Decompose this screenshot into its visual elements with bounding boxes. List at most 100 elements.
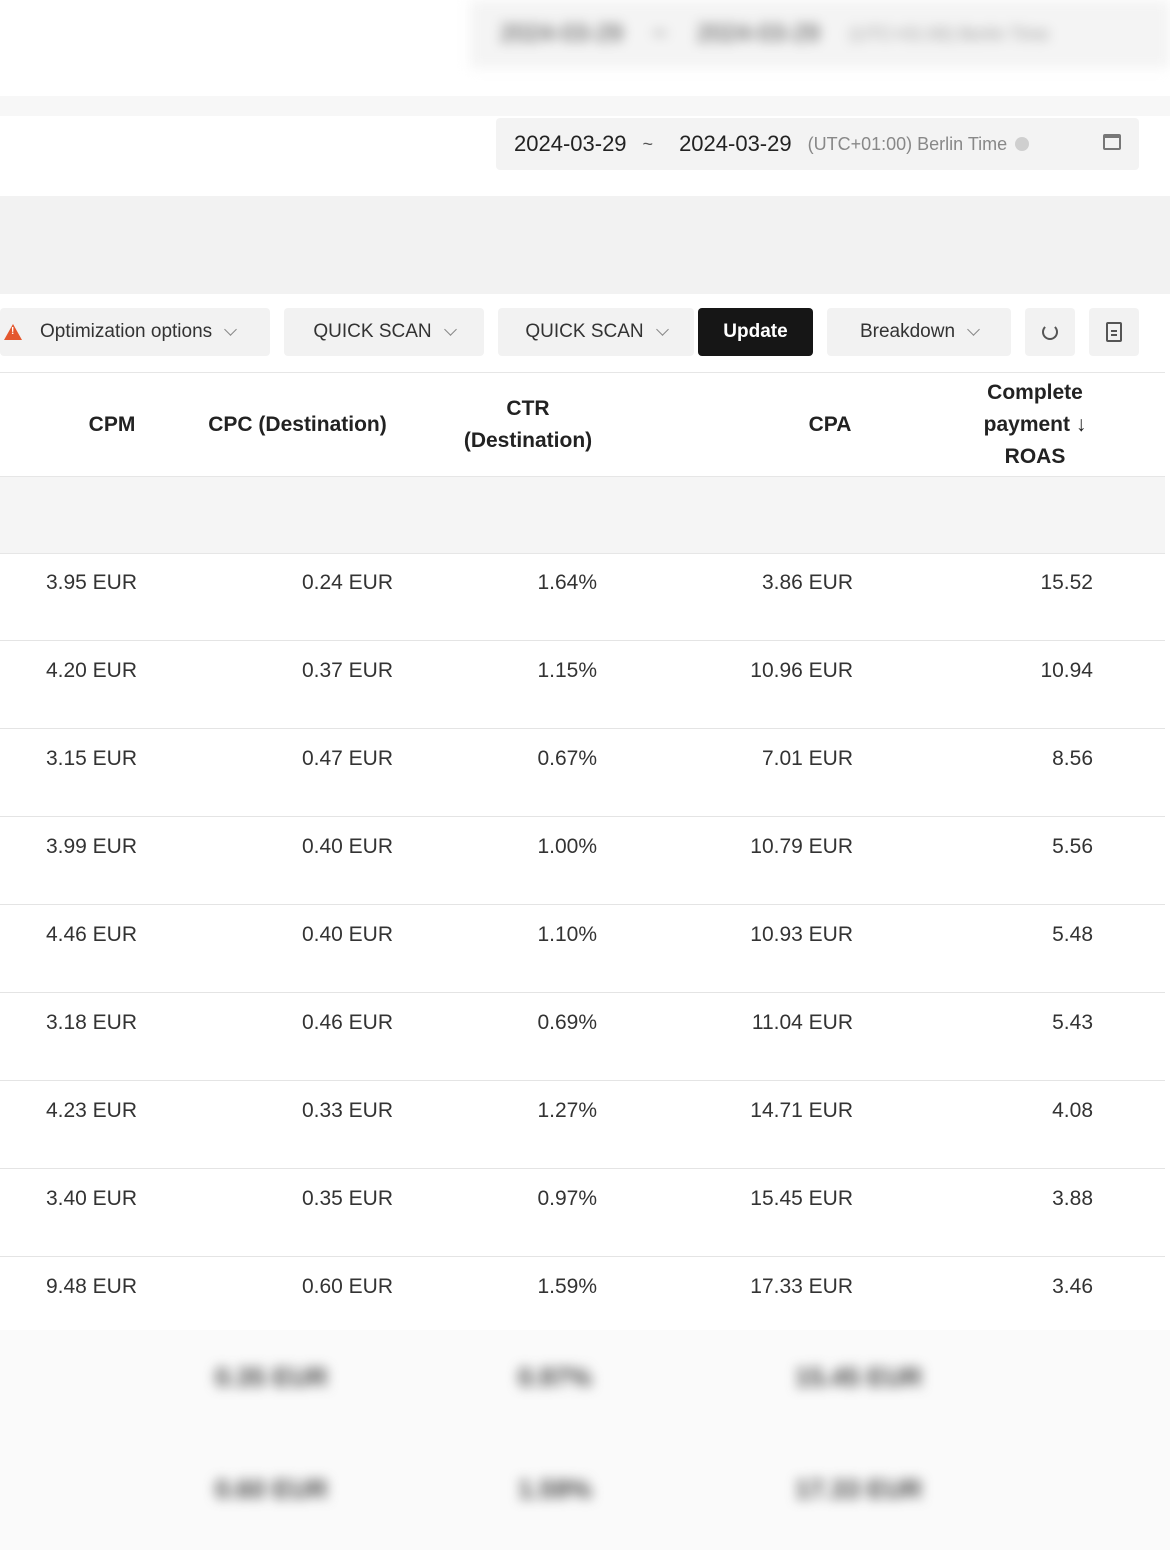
header-cpm[interactable]: CPM [60,409,164,441]
cell-cpm: 3.40 EUR [45,1187,137,1210]
cell-roas: 15.52 [1040,571,1093,594]
cell-cpm: 4.46 EUR [45,923,137,946]
cell-roas: 4.08 [1052,1099,1093,1122]
export-button[interactable] [1089,308,1139,356]
info-icon[interactable] [1015,137,1030,151]
cell-ctr: 0.67% [537,747,597,770]
optimization-options-dropdown[interactable]: Optimization options [0,308,270,356]
cell-ctr: 1.64% [537,571,597,594]
blurred-date-range: 2024-03-29 ~ 2024-03-29 (UTC+01:00) Berl… [470,0,1170,68]
refresh-icon [1042,324,1058,340]
cell-ctr: 0.69% [537,1011,597,1034]
header-roas-line3: ROAS [1004,445,1066,468]
optimization-options-label: Optimization options [40,321,213,342]
blurred-separator: ~ [652,20,667,47]
cell-cpa: 10.96 EUR [750,659,853,682]
cell-roas: 5.56 [1052,835,1093,858]
chevron-down-icon [443,322,457,336]
cell-cpm: 4.23 EUR [45,1099,137,1122]
date-separator: ~ [642,133,654,154]
blurred-timezone: (UTC+01:00) Berlin Time [849,23,1050,44]
table-row[interactable]: 3.99 EUR 0.40 EUR 1.00% 10.79 EUR 5.56 [0,817,1165,905]
cell-cpm: 4.20 EUR [45,659,137,682]
table-row[interactable]: 3.40 EUR 0.35 EUR 0.97% 15.45 EUR 3.88 [0,1169,1165,1257]
header-roas[interactable]: Complete payment ↓ ROAS [940,377,1130,473]
header-roas-line1: Complete [987,381,1083,404]
cell-roas: 10.94 [1040,659,1093,682]
cell-cpc: 0.47 EUR [301,747,393,770]
chevron-down-icon [224,322,238,336]
end-date: 2024-03-29 [679,131,792,156]
header-ctr[interactable]: CTR (Destination) [445,393,611,457]
cell-ctr: 1.27% [537,1099,597,1122]
cell-cpc: 0.40 EUR [301,835,393,858]
cell-cpm: 3.95 EUR [45,571,137,594]
table-row[interactable]: 3.95 EUR 0.24 EUR 1.64% 3.86 EUR 15.52 [0,553,1165,641]
cell-cpc: 0.33 EUR [301,1099,393,1122]
cell-cpm: 3.15 EUR [45,747,137,770]
summary-row [0,477,1165,554]
cell-cpa: 7.01 EUR [761,747,853,770]
update-button[interactable]: Update [698,308,813,356]
table-row[interactable]: 3.18 EUR 0.46 EUR 0.69% 11.04 EUR 5.43 [0,993,1165,1081]
blurred-cpa: 17.33 EUR [795,1474,923,1504]
table-row[interactable]: 4.46 EUR 0.40 EUR 1.10% 10.93 EUR 5.48 [0,905,1165,993]
cell-cpa: 10.79 EUR [750,835,853,858]
blurred-ctr: 0.97% [518,1362,592,1392]
quick-scan-dropdown-2[interactable]: QUICK SCAN [498,308,694,356]
cell-cpm: 3.99 EUR [45,835,137,858]
blurred-row: 0.35 EUR 0.97% 15.45 EUR [0,1352,1170,1412]
cell-cpa: 14.71 EUR [750,1099,853,1122]
export-icon [1106,322,1122,342]
header-band [0,96,1170,116]
cell-ctr: 1.10% [537,923,597,946]
cell-cpc: 0.35 EUR [301,1187,393,1210]
cell-roas: 8.56 [1052,747,1093,770]
cell-cpa: 10.93 EUR [750,923,853,946]
cell-cpa: 11.04 EUR [751,1011,853,1034]
chevron-down-icon [967,322,980,336]
breakdown-dropdown[interactable]: Breakdown [827,308,1011,356]
cell-cpa: 15.45 EUR [750,1187,853,1210]
table-row[interactable]: 3.15 EUR 0.47 EUR 0.67% 7.01 EUR 8.56 [0,729,1165,817]
cell-cpc: 0.46 EUR [301,1011,393,1034]
header-ctr-line1: CTR [506,397,550,420]
header-ctr-line2: (Destination) [463,429,593,452]
quick-scan-label-2: QUICK SCAN [525,321,644,342]
warning-icon [4,324,22,340]
start-date: 2024-03-29 [514,131,627,156]
cell-ctr: 0.97% [537,1187,597,1210]
blurred-ctr: 1.59% [518,1474,592,1504]
cell-cpc: 0.24 EUR [301,571,393,594]
blurred-row: 0.60 EUR 1.59% 17.33 EUR [0,1464,1170,1524]
calendar-icon[interactable] [1103,134,1121,150]
blurred-cpc: 0.60 EUR [215,1474,328,1504]
breakdown-label: Breakdown [859,321,956,342]
toolbar: Optimization options QUICK SCAN QUICK SC… [0,308,1170,356]
cell-ctr: 1.15% [537,659,597,682]
timezone-label: (UTC+01:00) Berlin Time [807,133,1008,154]
table-header: CPM CPC (Destination) CTR (Destination) … [0,373,1165,476]
chevron-down-icon [655,322,669,336]
header-roas-line2: payment ↓ [983,413,1087,436]
quick-scan-label-1: QUICK SCAN [313,321,432,342]
refresh-button[interactable] [1025,308,1075,356]
cell-ctr: 1.00% [537,835,597,858]
cell-cpc: 0.37 EUR [301,659,393,682]
blurred-cpc: 0.35 EUR [215,1362,328,1392]
date-range-picker[interactable]: 2024-03-29 ~ 2024-03-29 (UTC+01:00) Berl… [496,118,1139,170]
blurred-start-date: 2024-03-29 [500,20,623,47]
cell-cpa: 3.86 EUR [761,571,853,594]
table-row[interactable]: 4.23 EUR 0.33 EUR 1.27% 14.71 EUR 4.08 [0,1081,1165,1169]
cell-cpc: 0.40 EUR [301,923,393,946]
table-row[interactable]: 4.20 EUR 0.37 EUR 1.15% 10.96 EUR 10.94 [0,641,1165,729]
cell-roas: 5.43 [1052,1011,1093,1034]
header-cpa[interactable]: CPA [780,409,880,441]
header-cpc[interactable]: CPC (Destination) [195,409,400,441]
cell-roas: 5.48 [1052,923,1093,946]
blurred-cpa: 15.45 EUR [795,1362,923,1392]
filter-band [0,196,1170,294]
blurred-end-date: 2024-03-29 [696,20,820,47]
quick-scan-dropdown-1[interactable]: QUICK SCAN [284,308,484,356]
cell-cpm: 3.18 EUR [45,1011,137,1034]
